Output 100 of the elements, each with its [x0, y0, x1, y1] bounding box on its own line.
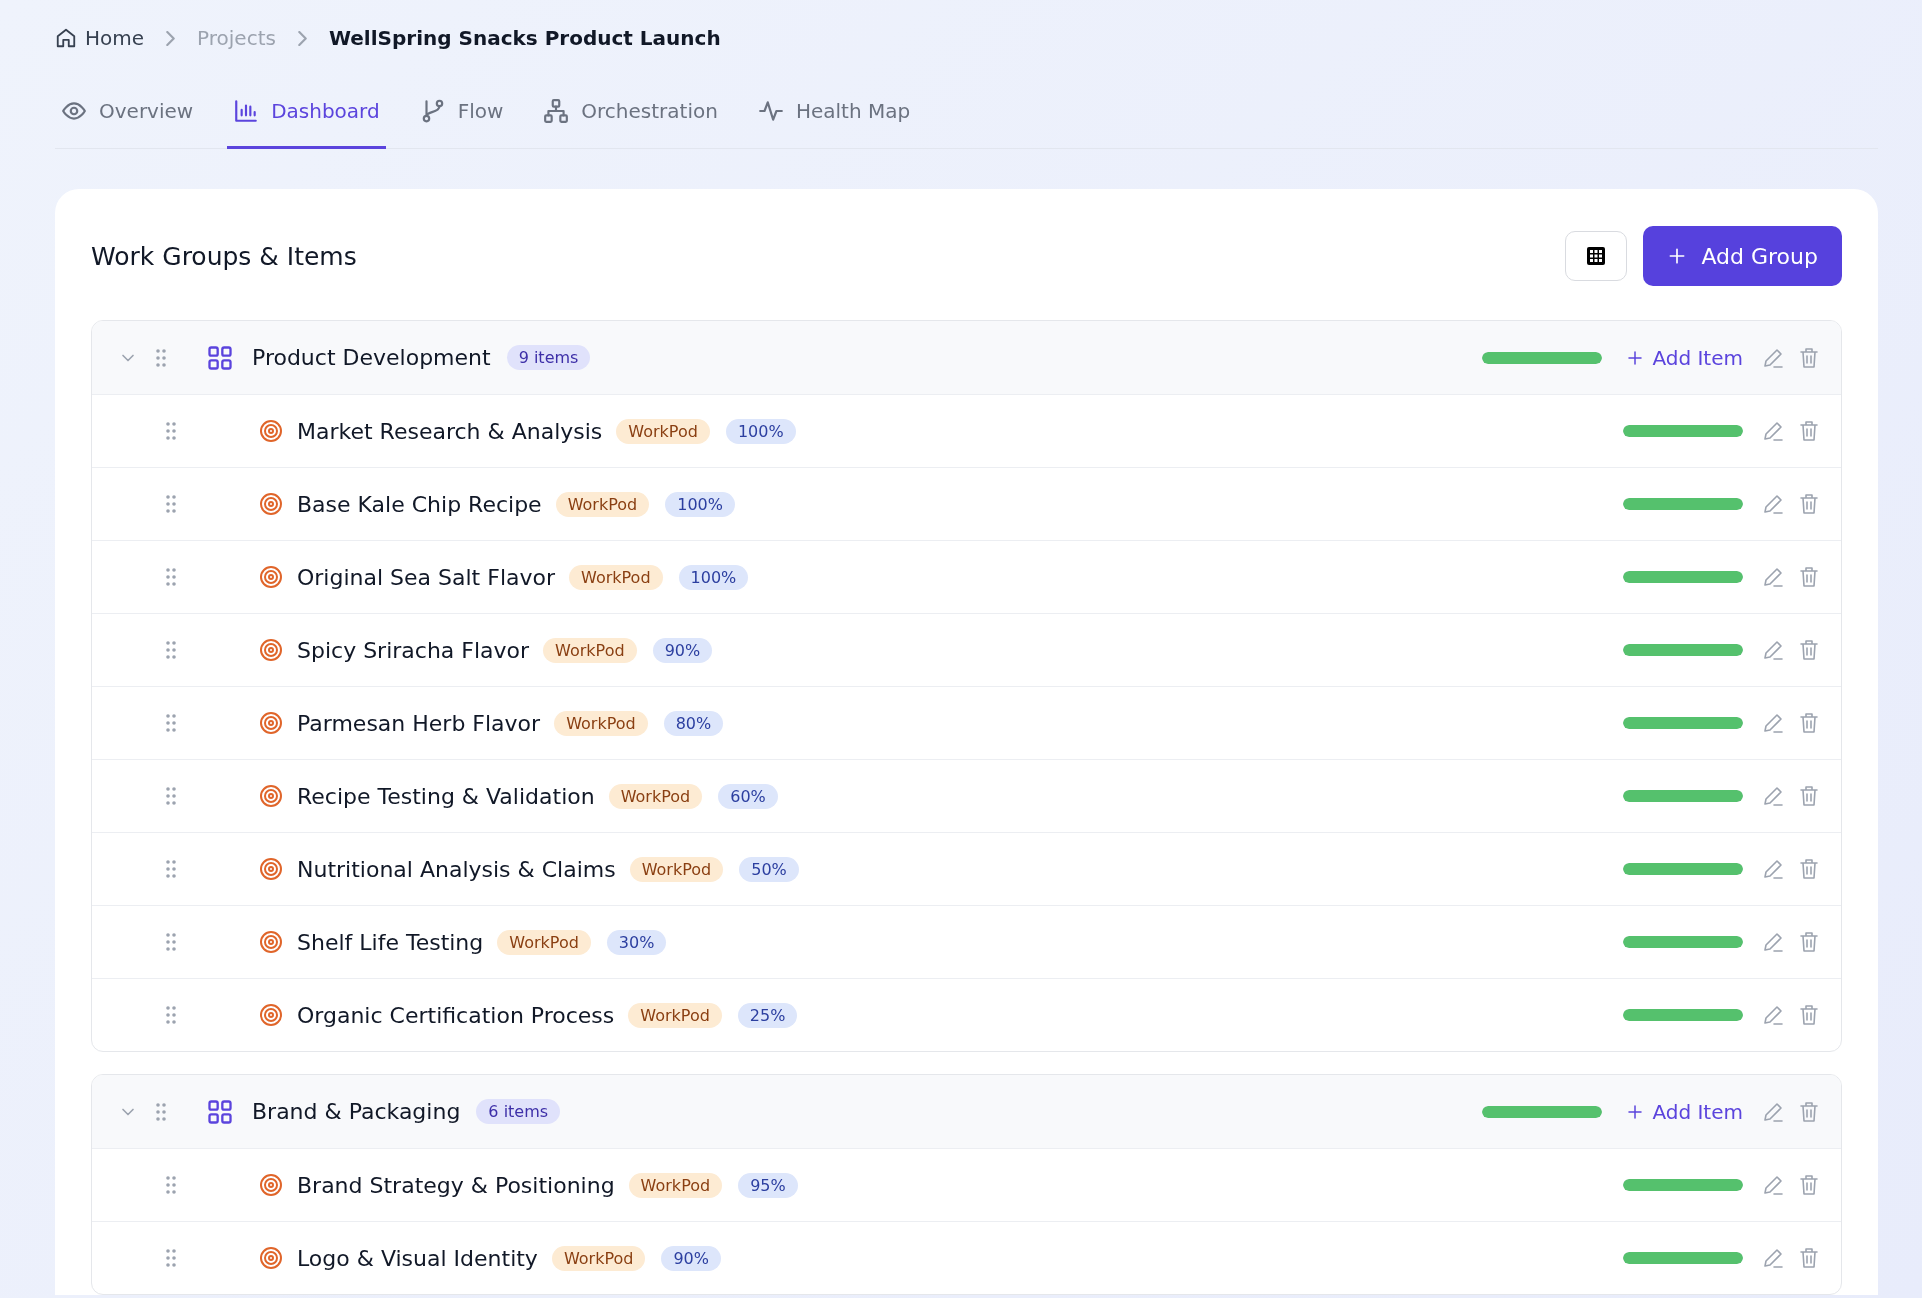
delete-icon[interactable]: [1797, 711, 1821, 735]
drag-handle-icon[interactable]: [156, 1102, 166, 1121]
plus-icon: [1626, 1102, 1645, 1121]
edit-icon[interactable]: [1761, 565, 1785, 589]
percent-badge: 60%: [718, 783, 778, 809]
edit-icon[interactable]: [1761, 638, 1785, 662]
delete-icon[interactable]: [1797, 492, 1821, 516]
delete-icon[interactable]: [1797, 638, 1821, 662]
edit-icon[interactable]: [1761, 711, 1785, 735]
table-icon: [1586, 246, 1607, 266]
grid-view-button[interactable]: [1565, 231, 1628, 281]
type-tag: WorkPod: [628, 1172, 723, 1198]
percent-badge: 90%: [661, 1245, 721, 1271]
delete-icon[interactable]: [1797, 930, 1821, 954]
drag-handle-icon[interactable]: [166, 568, 176, 586]
item-name: Recipe Testing & Validation: [297, 783, 595, 809]
drag-handle-icon[interactable]: [166, 860, 176, 878]
drag-handle-icon[interactable]: [166, 714, 176, 732]
target-icon: [259, 638, 283, 662]
target-icon: [259, 1246, 283, 1270]
item-name: Original Sea Salt Flavor: [297, 564, 555, 590]
drag-handle-icon[interactable]: [166, 495, 176, 513]
current-page-title: WellSpring Snacks Product Launch: [328, 26, 721, 50]
plus-icon: [1626, 348, 1645, 367]
percent-badge: 100%: [678, 564, 749, 590]
item-name: Base Kale Chip Recipe: [297, 491, 542, 517]
edit-icon[interactable]: [1761, 1003, 1785, 1027]
type-tag: WorkPod: [497, 929, 591, 955]
delete-icon[interactable]: [1797, 857, 1821, 881]
tab[interactable]: Health Map: [751, 76, 917, 149]
item-name: Shelf Life Testing: [297, 929, 484, 955]
edit-icon[interactable]: [1761, 1173, 1785, 1197]
percent-badge: 25%: [737, 1002, 798, 1028]
delete-icon[interactable]: [1797, 1099, 1821, 1124]
drag-handle-icon[interactable]: [166, 422, 176, 440]
target-icon: [259, 419, 283, 443]
type-tag: WorkPod: [608, 783, 703, 809]
percent-badge: 90%: [652, 637, 713, 663]
target-icon: [259, 930, 283, 954]
tab[interactable]: Flow: [413, 76, 510, 149]
type-tag: WorkPod: [551, 1245, 646, 1271]
percent-badge: 50%: [739, 856, 799, 882]
delete-icon[interactable]: [1797, 419, 1821, 443]
item-count-badge: 9 items: [506, 345, 591, 370]
hierarchy-icon: [543, 98, 570, 124]
target-icon: [259, 711, 283, 735]
item-count-badge: 6 items: [476, 1099, 561, 1124]
drag-handle-icon[interactable]: [166, 1176, 176, 1194]
tab[interactable]: Overview: [55, 76, 200, 149]
delete-icon[interactable]: [1797, 1246, 1821, 1270]
drag-handle-icon[interactable]: [166, 1249, 176, 1267]
panel-title: Work Groups & Items: [91, 241, 358, 271]
edit-icon[interactable]: [1761, 930, 1785, 954]
item-name: Spicy Sriracha Flavor: [297, 637, 530, 663]
chevron-right-icon: [166, 30, 176, 46]
delete-icon[interactable]: [1797, 784, 1821, 808]
bar-chart-icon: [233, 98, 260, 124]
item-name: Logo & Visual Identity: [297, 1245, 538, 1271]
target-icon: [259, 1003, 283, 1027]
delete-icon[interactable]: [1797, 1173, 1821, 1197]
tab[interactable]: Orchestration: [537, 76, 724, 149]
type-tag: WorkPod: [543, 637, 637, 663]
delete-icon[interactable]: [1797, 345, 1821, 370]
type-tag: WorkPod: [569, 564, 663, 590]
drag-handle-icon[interactable]: [166, 933, 176, 951]
drag-handle-icon[interactable]: [166, 1006, 176, 1024]
type-tag: WorkPod: [554, 710, 648, 736]
target-icon: [259, 784, 283, 808]
percent-badge: 100%: [725, 418, 796, 444]
edit-icon[interactable]: [1761, 784, 1785, 808]
percent-badge: 95%: [738, 1172, 798, 1198]
target-icon: [259, 1173, 283, 1197]
percent-badge: 100%: [665, 491, 735, 517]
drag-handle-icon[interactable]: [166, 641, 176, 659]
item-name: Brand Strategy & Positioning: [297, 1172, 615, 1198]
edit-icon[interactable]: [1761, 492, 1785, 516]
pulse-icon: [757, 98, 784, 124]
type-tag: WorkPod: [629, 856, 724, 882]
type-tag: WorkPod: [616, 418, 710, 444]
edit-icon[interactable]: [1761, 857, 1785, 881]
home-link[interactable]: Home: [55, 26, 145, 50]
drag-handle-icon[interactable]: [156, 348, 166, 367]
delete-icon[interactable]: [1797, 1003, 1821, 1027]
target-icon: [259, 492, 283, 516]
add-item-button[interactable]: Add Item: [1626, 1099, 1743, 1124]
add-item-button[interactable]: Add Item: [1626, 345, 1743, 370]
percent-badge: 30%: [606, 929, 667, 955]
add-group-button[interactable]: Add Group: [1643, 226, 1842, 286]
type-tag: WorkPod: [555, 491, 650, 517]
edit-icon[interactable]: [1761, 419, 1785, 443]
item-name: Nutritional Analysis & Claims: [297, 856, 616, 882]
tab[interactable]: Dashboard: [227, 76, 386, 149]
type-tag: WorkPod: [628, 1002, 722, 1028]
edit-icon[interactable]: [1761, 1246, 1785, 1270]
home-icon: [55, 27, 77, 49]
item-name: Market Research & Analysis: [297, 418, 603, 444]
drag-handle-icon[interactable]: [166, 787, 176, 805]
item-name: Parmesan Herb Flavor: [297, 710, 541, 736]
group-name: Brand & Packaging: [252, 1099, 461, 1124]
delete-icon[interactable]: [1797, 565, 1821, 589]
